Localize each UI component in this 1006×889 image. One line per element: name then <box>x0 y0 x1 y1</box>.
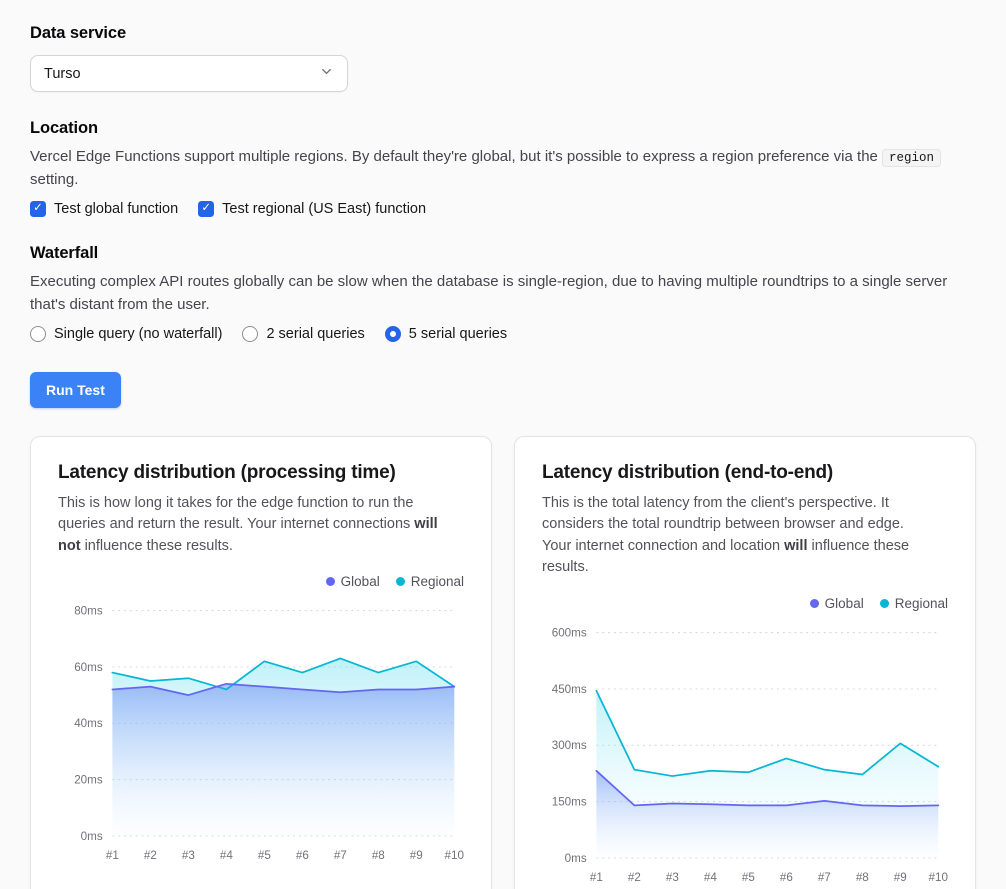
processing-time-chart: 0ms 20ms 40ms 60ms 80ms #1 #2 #3 #4 #5 #6 #7 #8 #9 #10 <box>58 597 464 871</box>
run-test-button[interactable]: Run Test <box>30 372 121 408</box>
radio-label: 5 serial queries <box>409 326 507 342</box>
svg-text:#5: #5 <box>742 871 755 884</box>
card-title: Latency distribution (processing time) <box>58 462 464 484</box>
checkbox-test-global-function[interactable]: Test global function <box>30 201 178 217</box>
legend-global-label: Global <box>825 596 864 611</box>
global-dot-icon <box>326 577 335 586</box>
chart-legend: Global Regional <box>58 574 464 589</box>
svg-text:20ms: 20ms <box>74 774 103 787</box>
waterfall-radio-row: Single query (no waterfall) 2 serial que… <box>30 326 976 342</box>
svg-text:#4: #4 <box>220 850 233 863</box>
location-heading: Location <box>30 119 976 138</box>
svg-text:600ms: 600ms <box>552 626 587 639</box>
location-description-suffix: setting. <box>30 171 78 188</box>
radio-icon <box>30 326 46 342</box>
location-description: Vercel Edge Functions support multiple r… <box>30 146 976 191</box>
checkbox-test-regional-function[interactable]: Test regional (US East) function <box>198 201 426 217</box>
svg-text:#5: #5 <box>258 850 271 863</box>
legend-global-label: Global <box>341 574 380 589</box>
svg-text:#10: #10 <box>929 871 948 884</box>
svg-text:#3: #3 <box>182 850 195 863</box>
card-description: This is the total latency from the clien… <box>542 493 924 579</box>
checkbox-icon <box>30 201 46 217</box>
checkbox-label: Test global function <box>54 201 178 217</box>
svg-text:#1: #1 <box>590 871 603 884</box>
charts-row: Latency distribution (processing time) T… <box>30 436 976 889</box>
chart-legend: Global Regional <box>542 596 948 611</box>
legend-regional-label: Regional <box>895 596 948 611</box>
radio-2-serial-queries[interactable]: 2 serial queries <box>242 326 364 342</box>
svg-text:150ms: 150ms <box>552 795 587 808</box>
processing-time-card: Latency distribution (processing time) T… <box>30 436 492 889</box>
svg-text:0ms: 0ms <box>565 852 587 865</box>
region-code: region <box>882 149 941 167</box>
svg-text:#9: #9 <box>894 871 907 884</box>
data-service-select-value: Turso <box>44 66 81 82</box>
radio-label: 2 serial queries <box>266 326 364 342</box>
svg-text:#3: #3 <box>666 871 679 884</box>
legend-regional: Regional <box>396 574 464 589</box>
radio-icon <box>385 326 401 342</box>
checkbox-label: Test regional (US East) function <box>222 201 426 217</box>
svg-text:#7: #7 <box>818 871 831 884</box>
regional-dot-icon <box>880 599 889 608</box>
checkbox-icon <box>198 201 214 217</box>
svg-text:0ms: 0ms <box>81 830 103 843</box>
regional-dot-icon <box>396 577 405 586</box>
radio-5-serial-queries[interactable]: 5 serial queries <box>385 326 507 342</box>
waterfall-heading: Waterfall <box>30 244 976 263</box>
svg-text:#1: #1 <box>106 850 119 863</box>
end-to-end-chart: 0ms 150ms 300ms 450ms 600ms #1 #2 #3 #4 #5 #6 #7 #8 #… <box>542 619 948 889</box>
svg-text:#6: #6 <box>780 871 793 884</box>
legend-global: Global <box>326 574 380 589</box>
radio-label: Single query (no waterfall) <box>54 326 222 342</box>
svg-text:#8: #8 <box>856 871 869 884</box>
end-to-end-card: Latency distribution (end-to-end) This i… <box>514 436 976 889</box>
card-description-bold: will <box>784 538 807 554</box>
svg-text:80ms: 80ms <box>74 605 103 618</box>
location-description-text: Vercel Edge Functions support multiple r… <box>30 148 882 165</box>
location-checkbox-row: Test global function Test regional (US E… <box>30 201 976 217</box>
data-service-select[interactable]: Turso <box>30 55 348 92</box>
svg-text:450ms: 450ms <box>552 683 587 696</box>
radio-single-query[interactable]: Single query (no waterfall) <box>30 326 222 342</box>
latency-test-page: Data service Turso Location Vercel Edge … <box>0 0 1006 889</box>
svg-text:40ms: 40ms <box>74 718 103 731</box>
data-service-heading: Data service <box>30 24 976 43</box>
svg-text:#2: #2 <box>628 871 641 884</box>
radio-icon <box>242 326 258 342</box>
legend-global: Global <box>810 596 864 611</box>
card-description: This is how long it takes for the edge f… <box>58 493 440 557</box>
card-description-suffix: influence these results. <box>81 538 233 554</box>
waterfall-description: Executing complex API routes globally ca… <box>30 271 976 316</box>
card-description-text: This is how long it takes for the edge f… <box>58 495 414 532</box>
svg-text:#7: #7 <box>334 850 347 863</box>
svg-text:#10: #10 <box>445 850 464 863</box>
svg-text:60ms: 60ms <box>74 661 103 674</box>
svg-text:#2: #2 <box>144 850 157 863</box>
svg-text:#4: #4 <box>704 871 717 884</box>
svg-text:#6: #6 <box>296 850 309 863</box>
legend-regional-label: Regional <box>411 574 464 589</box>
card-title: Latency distribution (end-to-end) <box>542 462 948 484</box>
svg-text:#9: #9 <box>410 850 423 863</box>
chevron-down-icon <box>319 64 334 83</box>
svg-text:#8: #8 <box>372 850 385 863</box>
svg-text:300ms: 300ms <box>552 739 587 752</box>
global-dot-icon <box>810 599 819 608</box>
legend-regional: Regional <box>880 596 948 611</box>
